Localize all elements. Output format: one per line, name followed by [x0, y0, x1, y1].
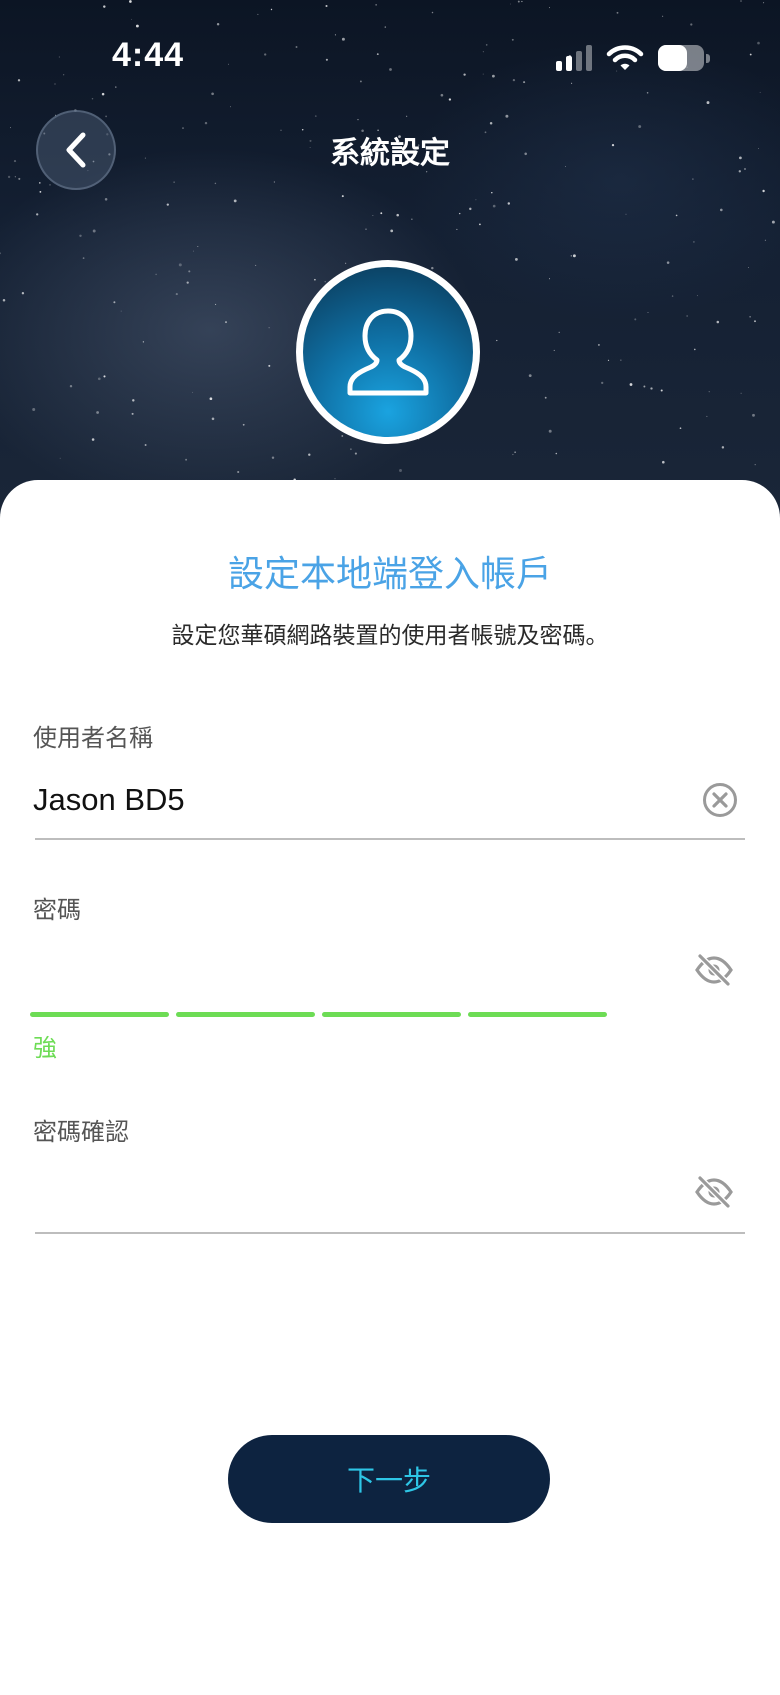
header-hero: 4:44 系統設定	[0, 0, 780, 520]
password-label: 密碼	[33, 896, 81, 924]
sheet-subtitle: 設定您華碩網路裝置的使用者帳號及密碼。	[171, 623, 609, 649]
battery-icon	[658, 45, 710, 71]
confirm-password-label: 密碼確認	[33, 1118, 129, 1146]
sheet-heading: 設定本地端登入帳戶	[227, 554, 552, 595]
page-title: 系統設定	[330, 136, 450, 171]
setup-sheet: 設定本地端登入帳戶 設定您華碩網路裝置的使用者帳號及密碼。 使用者名稱 密碼 強…	[0, 480, 780, 1695]
user-icon	[347, 308, 429, 396]
clear-username-button[interactable]	[700, 780, 740, 820]
wifi-icon	[606, 45, 644, 70]
username-input[interactable]	[33, 770, 673, 830]
confirm-password-underline	[35, 1232, 745, 1234]
confirm-password-input[interactable]	[33, 1160, 673, 1220]
toggle-password-visibility[interactable]	[694, 950, 734, 990]
strength-segment	[468, 1012, 607, 1017]
avatar	[296, 260, 480, 444]
strength-segment	[322, 1012, 461, 1017]
status-icons	[556, 42, 710, 74]
clear-circle-icon	[703, 783, 737, 817]
eye-off-icon	[695, 1176, 733, 1208]
toggle-confirm-visibility[interactable]	[694, 1172, 734, 1212]
signal-icon	[556, 45, 592, 71]
username-underline	[35, 838, 745, 840]
status-bar: 4:44	[0, 0, 780, 110]
eye-off-icon	[695, 954, 733, 986]
password-strength-meter	[30, 1012, 607, 1017]
next-button[interactable]: 下一步	[228, 1435, 550, 1523]
status-time: 4:44	[112, 36, 185, 74]
password-input[interactable]	[33, 938, 673, 998]
strength-segment	[176, 1012, 315, 1017]
username-label: 使用者名稱	[33, 724, 153, 752]
password-strength-label: 強	[33, 1034, 57, 1062]
strength-segment	[30, 1012, 169, 1017]
